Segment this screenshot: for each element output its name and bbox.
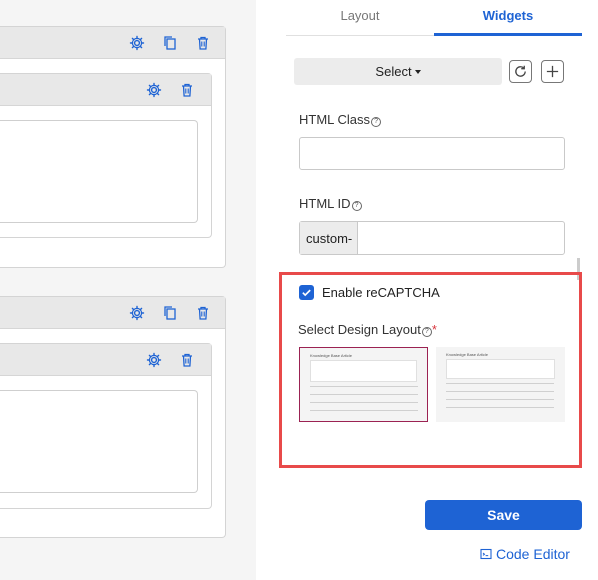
- html-id-prefix: custom-: [300, 222, 358, 254]
- copy-icon[interactable]: [161, 304, 179, 322]
- select-dropdown[interactable]: Select: [294, 58, 502, 85]
- builder-canvas: [0, 0, 256, 580]
- preview-row: [446, 383, 554, 384]
- widget-block-2-inner: [0, 343, 212, 509]
- required-mark: *: [431, 322, 437, 337]
- content-area[interactable]: [0, 120, 198, 223]
- preview-row: [310, 394, 418, 395]
- widget-block-1-inner: [0, 73, 212, 238]
- trash-icon[interactable]: [194, 34, 212, 52]
- copy-icon[interactable]: [161, 34, 179, 52]
- preview-row: [310, 402, 418, 403]
- widget-block-2: [0, 296, 226, 538]
- widget-block-1-toolbar: [0, 27, 225, 59]
- settings-icon[interactable]: [145, 351, 163, 369]
- preview-row: [446, 407, 554, 408]
- checkmark-icon: [302, 289, 311, 297]
- preview-header-box: [310, 360, 417, 382]
- design-layout-option-title: Knowledge Base Article: [446, 352, 489, 357]
- plus-icon: [546, 65, 559, 78]
- design-layout-option-2[interactable]: Knowledge Base Article: [436, 347, 565, 422]
- refresh-button[interactable]: [509, 60, 532, 83]
- trash-icon[interactable]: [178, 351, 196, 369]
- code-editor-icon: [480, 548, 492, 560]
- help-icon[interactable]: ?: [351, 201, 362, 211]
- widget-block-2-toolbar: [0, 297, 225, 329]
- preview-row: [446, 399, 554, 400]
- design-layout-option-1[interactable]: Knowledge Base Article: [299, 347, 428, 422]
- tab-widgets[interactable]: Widgets: [434, 0, 582, 36]
- preview-row: [446, 391, 554, 392]
- help-icon[interactable]: ?: [371, 117, 382, 127]
- content-area[interactable]: [0, 390, 198, 493]
- recaptcha-label: Enable reCAPTCHA: [322, 285, 440, 300]
- design-layout-option-title: Knowledge Base Article: [310, 353, 353, 358]
- code-editor-link[interactable]: Code Editor: [480, 546, 570, 562]
- settings-icon[interactable]: [128, 34, 146, 52]
- widget-block-1: [0, 26, 226, 268]
- caret-down-icon: [414, 69, 421, 74]
- save-button[interactable]: Save: [425, 500, 582, 530]
- tab-layout[interactable]: Layout: [286, 0, 434, 36]
- preview-header-box: [446, 359, 555, 379]
- html-id-label: HTML ID?: [299, 196, 362, 211]
- panel-tabs: Layout Widgets: [286, 0, 582, 36]
- html-class-input[interactable]: [299, 137, 565, 170]
- settings-icon[interactable]: [145, 81, 163, 99]
- preview-row: [310, 386, 418, 387]
- settings-icon[interactable]: [128, 304, 146, 322]
- help-icon[interactable]: ?: [421, 327, 432, 337]
- preview-row: [310, 410, 418, 411]
- add-button[interactable]: [541, 60, 564, 83]
- design-layout-label: Select Design Layout? *: [298, 322, 437, 337]
- widget-block-1-inner-toolbar: [0, 74, 211, 106]
- refresh-icon: [515, 65, 526, 77]
- widget-block-2-inner-toolbar: [0, 344, 211, 376]
- html-class-label: HTML Class?: [299, 112, 382, 127]
- recaptcha-checkbox[interactable]: [299, 285, 314, 300]
- html-id-input[interactable]: custom-: [299, 221, 565, 255]
- trash-icon[interactable]: [194, 304, 212, 322]
- select-label: Select: [375, 64, 412, 79]
- trash-icon[interactable]: [178, 81, 196, 99]
